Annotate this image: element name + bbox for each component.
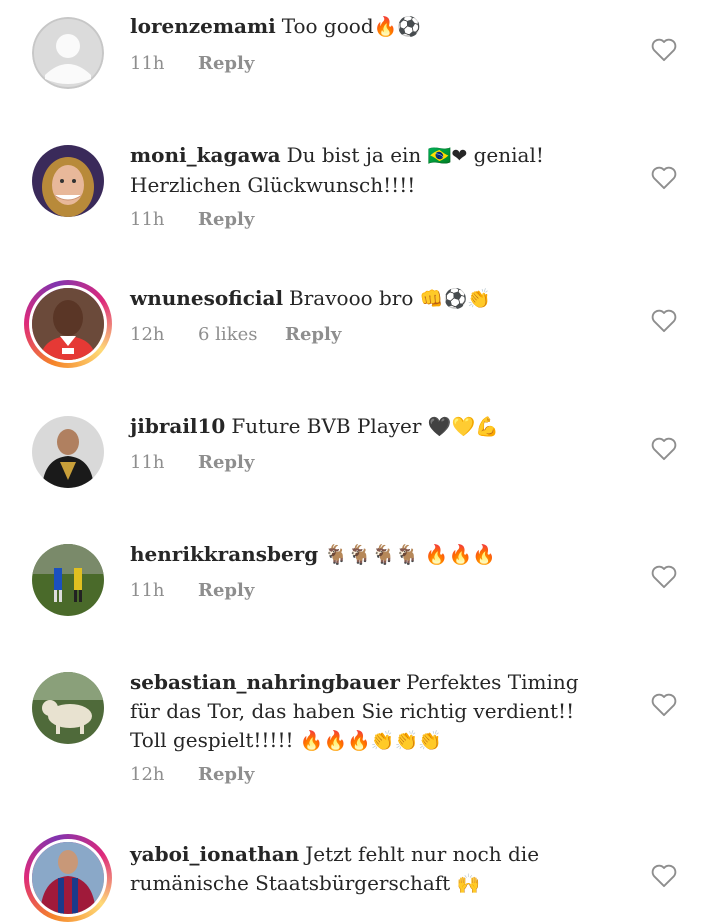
comment-meta: 11h Reply [130,452,254,473]
reply-button[interactable]: Reply [198,580,254,601]
username[interactable]: henrikkransberg [130,542,318,566]
comment-message: Future BVB Player [231,414,422,438]
avatar[interactable] [32,672,104,744]
comment-meta: 12h 6 likes Reply [130,324,341,345]
comment-text: sebastian_nahringbauer Perfektes Timing f… [130,668,610,756]
comment-message: Too good [281,14,374,38]
football-field-photo-icon [32,544,104,616]
username[interactable]: yaboi_ionathan [130,842,299,866]
heart-icon[interactable] [650,164,678,190]
comment-emoji: 🔥🔥🔥👏👏👏 [299,730,442,752]
comment-meta: 11h Reply [130,53,254,74]
timestamp: 12h [130,324,165,345]
comment-emoji: 🖤💛💪 [427,416,499,438]
reply-button[interactable]: Reply [198,209,254,230]
comment-text: jibrail10 Future BVB Player 🖤💛💪 [130,412,610,442]
comment-emoji: 🔥⚽ [373,16,421,38]
reply-button[interactable]: Reply [198,452,254,473]
comment-meta: 12h Reply [130,764,254,785]
heart-icon[interactable] [650,435,678,461]
comment-emoji: 👊⚽👏 [419,288,491,310]
player-photo-icon [29,285,107,363]
username[interactable]: lorenzemami [130,14,276,38]
avatar[interactable] [32,17,104,89]
likes-count[interactable]: 6 likes [198,324,285,345]
timestamp: 12h [130,764,165,785]
timestamp: 11h [130,209,165,230]
comment-text: wnunesoficial Bravooo bro 👊⚽👏 [130,284,610,314]
woman-photo-icon [32,145,104,217]
comment-text: moni_kagawa Du bist ja ein 🇧🇷❤ genial! He… [130,141,610,200]
comment-message: Bravooo bro [289,286,414,310]
username[interactable]: moni_kagawa [130,143,281,167]
dog-photo-icon [32,672,104,744]
comment-emoji: 🇧🇷❤ [427,145,468,167]
username[interactable]: wnunesoficial [130,286,283,310]
timestamp: 11h [130,53,165,74]
heart-icon[interactable] [650,307,678,333]
username[interactable]: jibrail10 [130,414,225,438]
default-avatar-icon [32,17,104,89]
avatar-story-ring[interactable] [24,834,112,922]
avatar[interactable] [32,544,104,616]
heart-icon[interactable] [650,691,678,717]
avatar[interactable] [32,416,104,488]
comment-message: Du bist ja ein [286,143,422,167]
comment-text: yaboi_ionathan Jetzt fehlt nur noch die r… [130,840,610,899]
comment-text: lorenzemami Too good🔥⚽ [130,12,610,42]
reply-button[interactable]: Reply [285,324,341,345]
heart-icon[interactable] [650,862,678,888]
reply-button[interactable]: Reply [198,764,254,785]
comment-meta: 11h Reply [130,580,254,601]
comment-emoji: 🙌 [456,873,481,895]
timestamp: 11h [130,580,165,601]
heart-icon[interactable] [650,563,678,589]
comment-emoji: 🐐🐐🐐🐐 🔥🔥🔥 [324,544,496,566]
man-photo-icon [32,416,104,488]
reply-button[interactable]: Reply [198,53,254,74]
heart-icon[interactable] [650,36,678,62]
avatar[interactable] [32,145,104,217]
comment-text: henrikkransberg 🐐🐐🐐🐐 🔥🔥🔥 [130,540,610,570]
timestamp: 11h [130,452,165,473]
comment-meta: 11h Reply [130,209,254,230]
barca-player-photo-icon [29,839,107,917]
username[interactable]: sebastian_nahringbauer [130,670,400,694]
avatar-story-ring[interactable] [24,280,112,368]
